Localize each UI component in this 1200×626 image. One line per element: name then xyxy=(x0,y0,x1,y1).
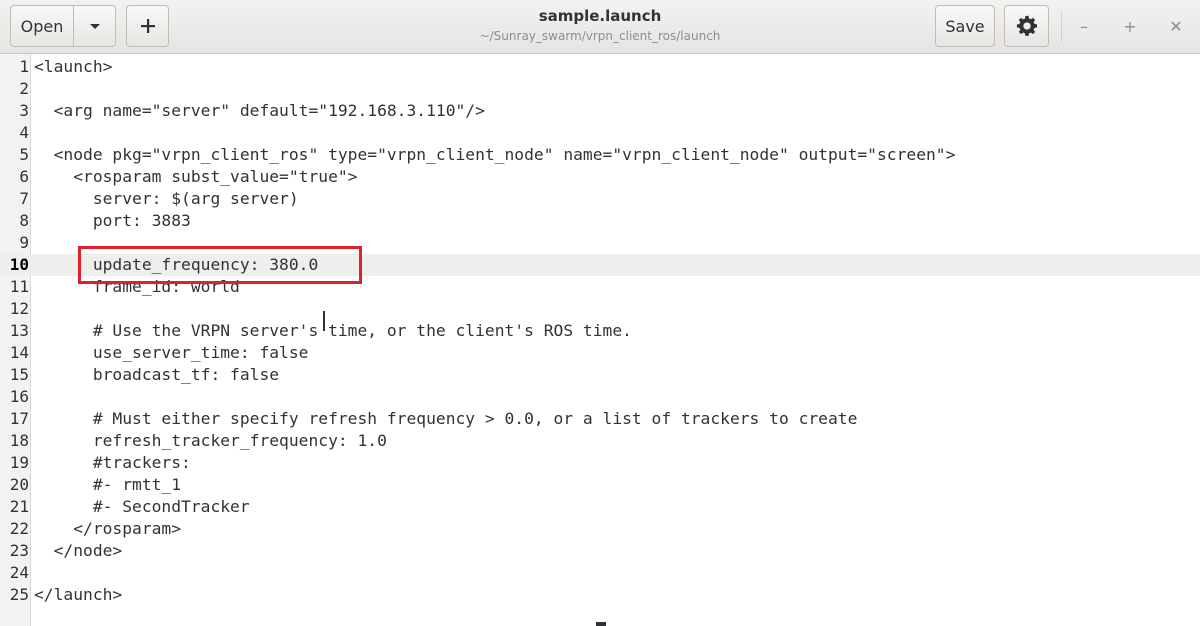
code-line[interactable]: 20 #- rmtt_1 xyxy=(0,474,1200,496)
code-line[interactable]: 14 use_server_time: false xyxy=(0,342,1200,364)
code-line[interactable]: 15 broadcast_tf: false xyxy=(0,364,1200,386)
code-text[interactable]: server: $(arg server) xyxy=(34,188,299,210)
line-number: 19 xyxy=(9,453,29,472)
line-number: 7 xyxy=(19,189,29,208)
minimize-icon: – xyxy=(1080,16,1088,36)
code-line[interactable]: 2 xyxy=(0,78,1200,100)
line-number: 20 xyxy=(9,475,29,494)
line-number: 11 xyxy=(9,277,29,296)
maximize-icon: + xyxy=(1123,16,1137,36)
window-subtitle: ~/Sunray_swarm/vrpn_client_ros/launch xyxy=(479,29,721,43)
code-text[interactable]: update_frequency: 380.0 xyxy=(34,254,318,276)
line-number: 3 xyxy=(19,101,29,120)
line-number: 8 xyxy=(19,211,29,230)
code-line[interactable]: 7 server: $(arg server) xyxy=(0,188,1200,210)
line-number: 9 xyxy=(19,233,29,252)
code-text[interactable]: # Use the VRPN server's time, or the cli… xyxy=(34,320,632,342)
code-text[interactable]: </node> xyxy=(34,540,123,562)
code-text[interactable]: broadcast_tf: false xyxy=(34,364,279,386)
code-text[interactable]: #trackers: xyxy=(34,452,191,474)
code-line[interactable]: 13 # Use the VRPN server's time, or the … xyxy=(0,320,1200,342)
line-number: 6 xyxy=(19,167,29,186)
plus-icon xyxy=(140,19,155,33)
line-number: 25 xyxy=(9,585,29,604)
new-tab-button[interactable] xyxy=(126,5,169,47)
open-button[interactable]: Open xyxy=(10,5,74,47)
line-number: 18 xyxy=(9,431,29,450)
line-number: 10 xyxy=(9,255,29,274)
code-line[interactable]: 4 xyxy=(0,122,1200,144)
code-line[interactable]: 16 xyxy=(0,386,1200,408)
code-text[interactable]: #- SecondTracker xyxy=(34,496,250,518)
text-editor-window: Open sample.launch ~/Sunray_swarm/vrpn_c… xyxy=(0,0,1200,626)
code-line[interactable]: 5 <node pkg="vrpn_client_ros" type="vrpn… xyxy=(0,144,1200,166)
line-number: 2 xyxy=(19,79,29,98)
code-text[interactable]: #- rmtt_1 xyxy=(34,474,181,496)
code-text[interactable]: refresh_tracker_frequency: 1.0 xyxy=(34,430,387,452)
code-line[interactable]: 22 </rosparam> xyxy=(0,518,1200,540)
code-line[interactable]: 24 xyxy=(0,562,1200,584)
code-editor[interactable]: 1 <launch> 2 3 <arg name="server" default="… xyxy=(0,54,1200,626)
header-separator xyxy=(1061,12,1062,42)
code-text[interactable]: <rosparam subst_value="true"> xyxy=(34,166,357,188)
line-number: 4 xyxy=(19,123,29,142)
code-line[interactable]: 6 <rosparam subst_value="true"> xyxy=(0,166,1200,188)
line-number: 23 xyxy=(9,541,29,560)
code-text[interactable]: frame_id: world xyxy=(34,276,240,298)
line-number: 15 xyxy=(9,365,29,384)
line-number: 13 xyxy=(9,321,29,340)
code-text[interactable]: <launch> xyxy=(34,56,112,78)
code-text[interactable]: </rosparam> xyxy=(34,518,181,540)
title-block: sample.launch ~/Sunray_swarm/vrpn_client… xyxy=(400,6,800,45)
text-cursor xyxy=(323,311,325,331)
line-number: 22 xyxy=(9,519,29,538)
code-line[interactable]: 21 #- SecondTracker xyxy=(0,496,1200,518)
code-line[interactable]: 18 refresh_tracker_frequency: 1.0 xyxy=(0,430,1200,452)
code-line[interactable]: 9 xyxy=(0,232,1200,254)
open-menu-button[interactable] xyxy=(73,5,116,47)
minimize-button[interactable]: – xyxy=(1070,12,1098,40)
code-line[interactable]: 11 frame_id: world xyxy=(0,276,1200,298)
code-text[interactable]: use_server_time: false xyxy=(34,342,309,364)
code-line[interactable]: 10 update_frequency: 380.0 xyxy=(0,254,1200,276)
line-number: 14 xyxy=(9,343,29,362)
scroll-indicator xyxy=(596,622,606,626)
gear-icon xyxy=(1016,15,1037,36)
line-number: 16 xyxy=(9,387,29,406)
chevron-down-icon xyxy=(89,24,100,29)
line-number: 1 xyxy=(19,57,29,76)
code-line[interactable]: 19 #trackers: xyxy=(0,452,1200,474)
close-button[interactable]: ✕ xyxy=(1162,12,1190,40)
code-text[interactable]: <arg name="server" default="192.168.3.11… xyxy=(34,100,485,122)
code-line[interactable]: 23 </node> xyxy=(0,540,1200,562)
code-text[interactable]: port: 3883 xyxy=(34,210,191,232)
code-text[interactable]: # Must either specify refresh frequency … xyxy=(34,408,858,430)
save-button[interactable]: Save xyxy=(935,5,995,47)
code-line[interactable]: 3 <arg name="server" default="192.168.3.… xyxy=(0,100,1200,122)
code-line[interactable]: 25 </launch> xyxy=(0,584,1200,606)
save-button-label: Save xyxy=(945,16,985,36)
window-title: sample.launch xyxy=(538,7,662,25)
code-line[interactable]: 1 <launch> xyxy=(0,56,1200,78)
code-text[interactable]: <node pkg="vrpn_client_ros" type="vrpn_c… xyxy=(34,144,956,166)
line-number: 12 xyxy=(9,299,29,318)
header-bar: Open sample.launch ~/Sunray_swarm/vrpn_c… xyxy=(0,0,1200,54)
settings-button[interactable] xyxy=(1004,5,1049,47)
open-button-label: Open xyxy=(20,16,64,36)
close-icon: ✕ xyxy=(1169,16,1183,36)
line-number: 21 xyxy=(9,497,29,516)
code-text[interactable]: </launch> xyxy=(34,584,122,606)
code-line[interactable]: 17 # Must either specify refresh frequen… xyxy=(0,408,1200,430)
line-number: 24 xyxy=(9,563,29,582)
line-number: 17 xyxy=(9,409,29,428)
line-number: 5 xyxy=(19,145,29,164)
code-line[interactable]: 8 port: 3883 xyxy=(0,210,1200,232)
code-line[interactable]: 12 xyxy=(0,298,1200,320)
maximize-button[interactable]: + xyxy=(1116,12,1144,40)
